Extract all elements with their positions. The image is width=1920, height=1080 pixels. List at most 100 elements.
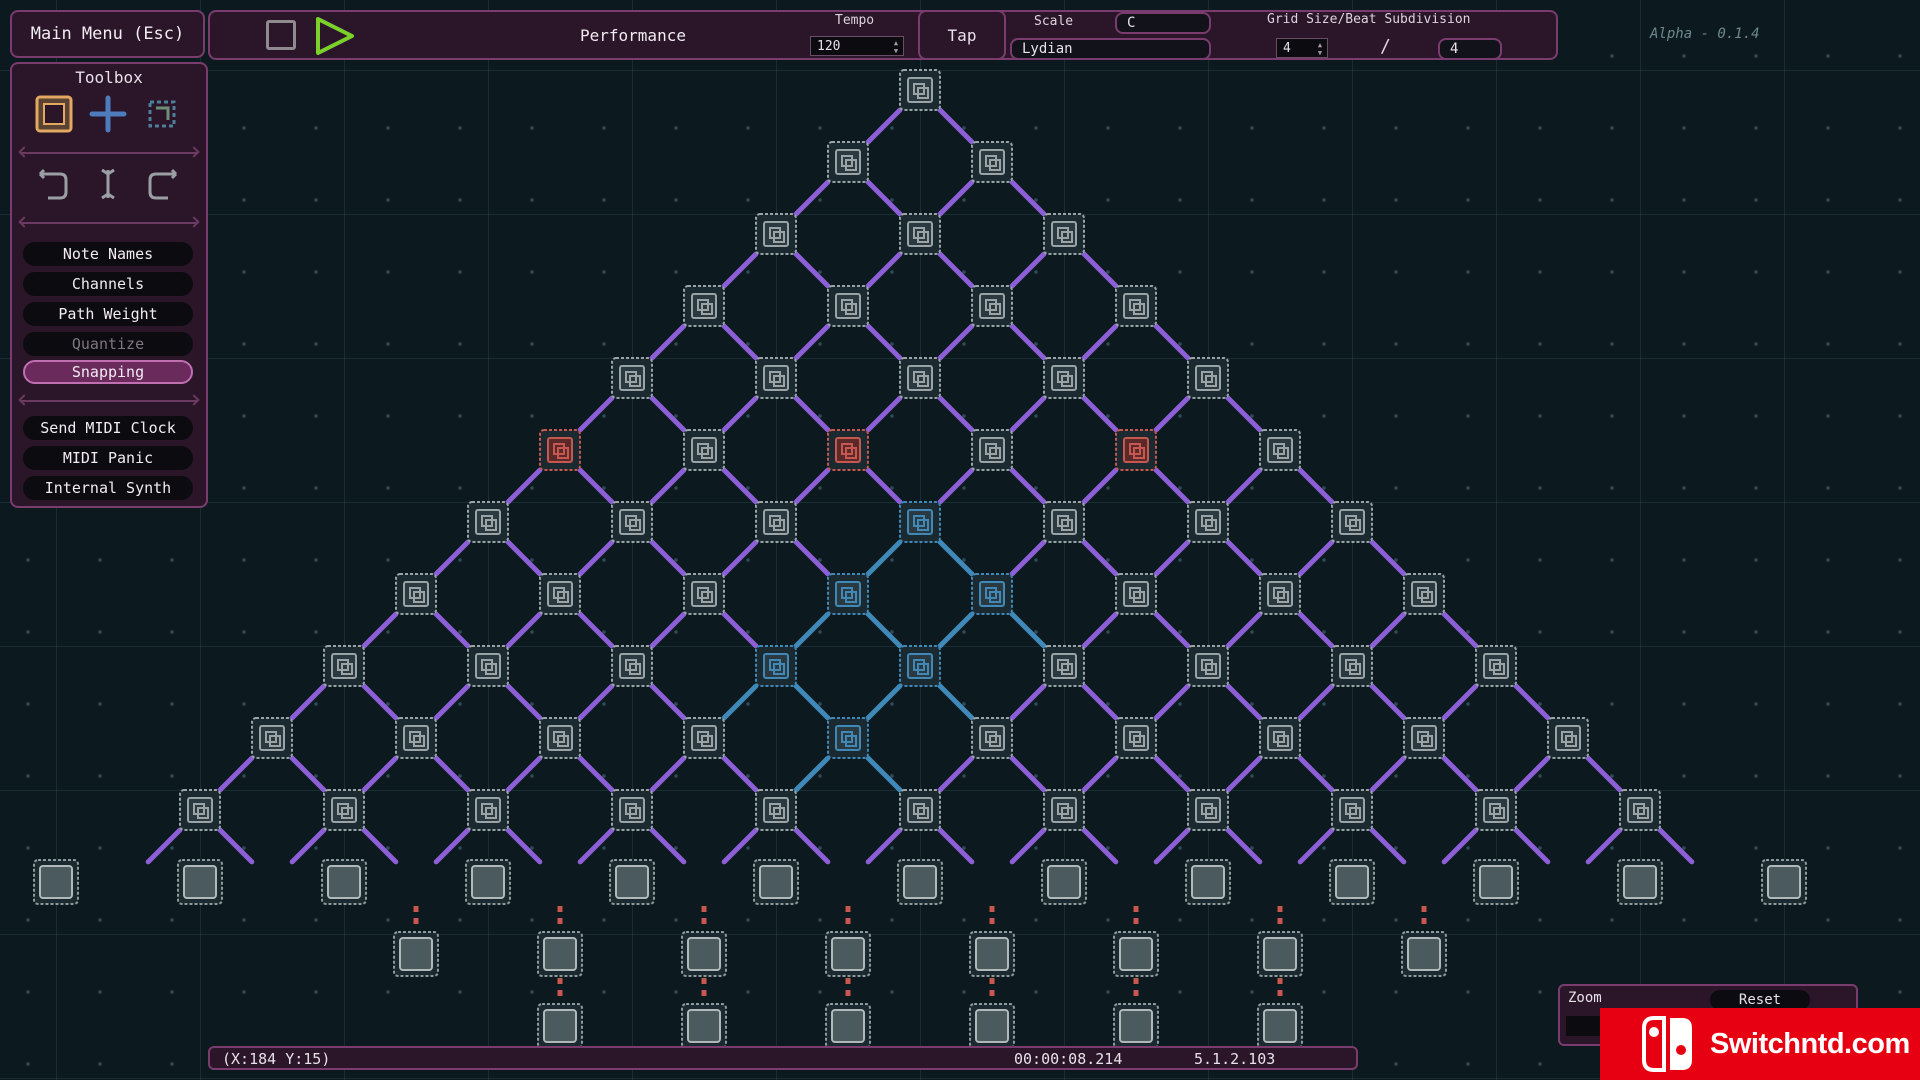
path-link[interactable] [1153, 539, 1191, 577]
scale-mode-select[interactable]: Lydian [1010, 38, 1211, 60]
path-link[interactable] [937, 251, 975, 289]
note-node[interactable] [251, 717, 293, 759]
path-link[interactable] [1153, 827, 1191, 865]
path-link[interactable] [865, 755, 903, 793]
path-link[interactable] [865, 251, 903, 289]
path-link[interactable] [793, 539, 831, 577]
toggle-snapping[interactable]: Snapping [23, 360, 193, 384]
path-link[interactable] [1009, 611, 1047, 649]
path-link[interactable] [1081, 539, 1119, 577]
path-link[interactable] [1513, 827, 1551, 865]
path-link[interactable] [721, 755, 759, 793]
path-link[interactable] [361, 755, 399, 793]
note-node[interactable] [323, 789, 365, 831]
path-link[interactable] [937, 539, 975, 577]
path-link[interactable] [1297, 827, 1335, 865]
path-link[interactable] [1153, 395, 1191, 433]
note-node[interactable] [1259, 717, 1301, 759]
output-node[interactable] [1329, 859, 1375, 905]
path-link[interactable] [577, 611, 615, 649]
note-node[interactable] [1115, 285, 1157, 327]
path-link[interactable] [433, 539, 471, 577]
note-node[interactable] [1475, 645, 1517, 687]
stop-icon[interactable] [266, 20, 296, 50]
path-link[interactable] [1297, 539, 1335, 577]
rotate-left-icon[interactable] [34, 164, 74, 204]
internal-synth-button[interactable]: Internal Synth [23, 476, 193, 500]
note-node[interactable] [899, 69, 941, 111]
path-link[interactable] [433, 611, 471, 649]
note-node[interactable] [971, 141, 1013, 183]
note-node[interactable] [827, 717, 869, 759]
output-node[interactable] [1113, 931, 1159, 977]
path-link[interactable] [505, 611, 543, 649]
note-node[interactable] [539, 573, 581, 615]
path-link[interactable] [721, 683, 759, 721]
note-node[interactable] [1043, 501, 1085, 543]
path-link[interactable] [649, 323, 687, 361]
note-node[interactable] [827, 285, 869, 327]
note-node[interactable] [1115, 429, 1157, 471]
path-link[interactable] [649, 395, 687, 433]
path-link[interactable] [1297, 755, 1335, 793]
note-node[interactable] [395, 717, 437, 759]
path-link[interactable] [1297, 683, 1335, 721]
path-link[interactable] [649, 755, 687, 793]
path-link[interactable] [1225, 539, 1263, 577]
move-icon[interactable] [88, 94, 128, 134]
path-link[interactable] [1081, 323, 1119, 361]
scale-root-select[interactable]: C [1115, 12, 1211, 34]
note-node[interactable] [1187, 357, 1229, 399]
output-node[interactable] [1257, 1003, 1303, 1049]
path-link[interactable] [289, 755, 327, 793]
path-link[interactable] [1369, 827, 1407, 865]
note-node[interactable] [899, 213, 941, 255]
note-node[interactable] [1187, 645, 1229, 687]
path-link[interactable] [1009, 467, 1047, 505]
path-link[interactable] [1081, 467, 1119, 505]
path-link[interactable] [1297, 611, 1335, 649]
output-node[interactable] [537, 931, 583, 977]
grid-size-input[interactable]: 4 ▲ ▼ [1276, 38, 1328, 58]
note-node[interactable] [755, 789, 797, 831]
path-link[interactable] [1441, 755, 1479, 793]
path-link[interactable] [433, 683, 471, 721]
path-link[interactable] [865, 683, 903, 721]
path-link[interactable] [937, 107, 975, 145]
note-node[interactable] [1187, 789, 1229, 831]
note-node[interactable] [1043, 789, 1085, 831]
toggle-note-names[interactable]: Note Names [23, 242, 193, 266]
note-node[interactable] [1547, 717, 1589, 759]
path-link[interactable] [793, 179, 831, 217]
path-link[interactable] [1009, 251, 1047, 289]
path-link[interactable] [793, 467, 831, 505]
path-link[interactable] [577, 755, 615, 793]
path-link[interactable] [649, 611, 687, 649]
path-link[interactable] [1369, 755, 1407, 793]
note-node[interactable] [1187, 501, 1229, 543]
path-link[interactable] [1081, 755, 1119, 793]
play-icon[interactable] [314, 16, 356, 56]
path-link[interactable] [1153, 467, 1191, 505]
path-link[interactable] [1009, 179, 1047, 217]
path-link[interactable] [649, 467, 687, 505]
note-node[interactable] [611, 645, 653, 687]
path-link[interactable] [1225, 827, 1263, 865]
path-link[interactable] [937, 827, 975, 865]
output-node[interactable] [969, 1003, 1015, 1049]
send-midi-clock-button[interactable]: Send MIDI Clock [23, 416, 193, 440]
path-link[interactable] [433, 755, 471, 793]
path-link[interactable] [1225, 755, 1263, 793]
note-node[interactable] [1115, 717, 1157, 759]
path-link[interactable] [1009, 539, 1047, 577]
path-link[interactable] [793, 611, 831, 649]
path-link[interactable] [1009, 323, 1047, 361]
note-node[interactable] [683, 429, 725, 471]
output-node[interactable] [1257, 931, 1303, 977]
path-link[interactable] [1153, 323, 1191, 361]
path-link[interactable] [937, 395, 975, 433]
output-node[interactable] [1401, 931, 1447, 977]
path-link[interactable] [577, 827, 615, 865]
path-link[interactable] [937, 683, 975, 721]
note-node[interactable] [1403, 573, 1445, 615]
